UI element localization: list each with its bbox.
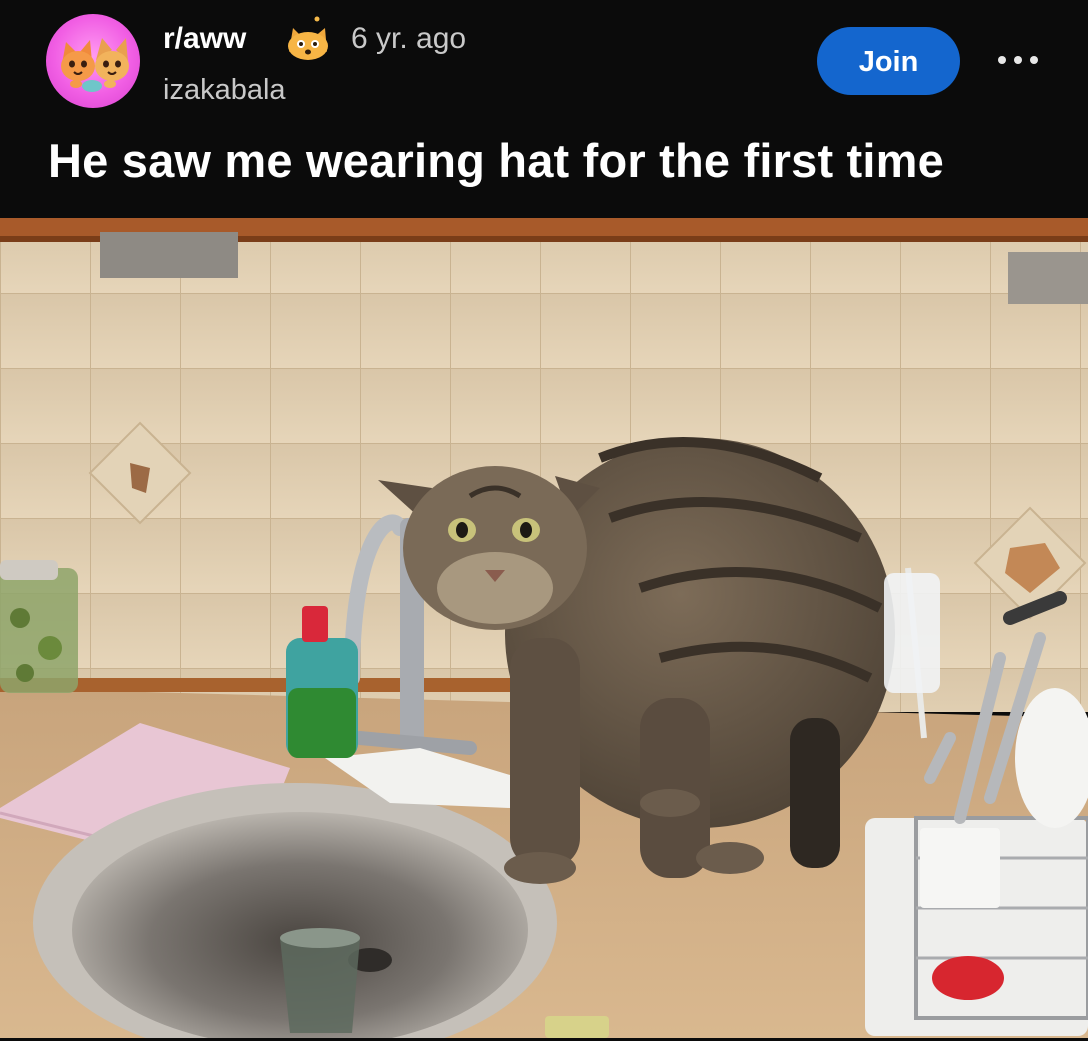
cat-face-icon (281, 14, 337, 62)
post-header: r/aww 6 yr. ago izakabala Join He saw me… (0, 0, 1088, 218)
subreddit-avatar[interactable] (46, 14, 140, 108)
subreddit-name[interactable]: r/aww (163, 20, 246, 58)
cat-in-kitchen-photo (0, 218, 1088, 1038)
cats-avatar-icon (61, 38, 129, 92)
post-image[interactable] (0, 218, 1088, 1038)
more-options-icon[interactable] (996, 44, 1040, 74)
post-author[interactable]: izakabala (163, 72, 286, 108)
post-age: 6 yr. ago (351, 22, 467, 55)
reddit-post: r/aww 6 yr. ago izakabala Join He saw me… (0, 0, 1088, 1041)
post-title[interactable]: He saw me wearing hat for the first time (48, 133, 944, 189)
join-button[interactable]: Join (817, 27, 960, 95)
